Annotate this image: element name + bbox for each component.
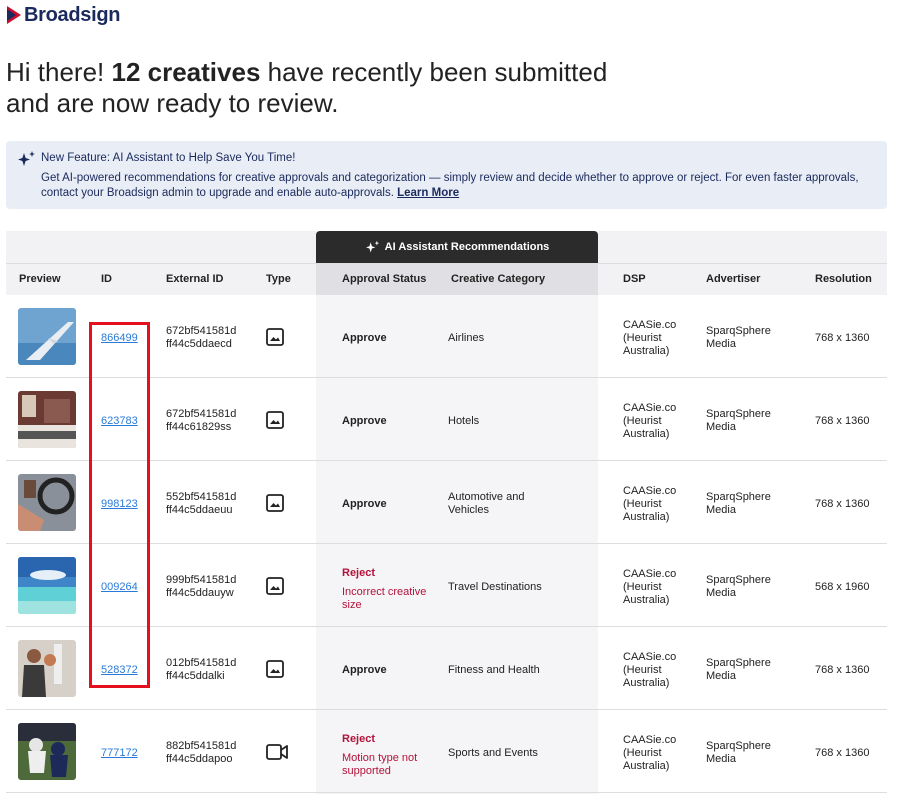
headline-line2: and are now ready to review.: [6, 88, 339, 118]
resolution: 768 x 1360: [815, 332, 870, 344]
creative-thumbnail[interactable]: [18, 474, 76, 531]
learn-more-link[interactable]: Learn More: [397, 187, 459, 199]
broadsign-logo[interactable]: Broadsign: [6, 3, 121, 26]
creative-category: Travel Destinations: [448, 581, 542, 593]
resolution: 768 x 1360: [815, 747, 870, 759]
advertiser: SparqSphere Media: [706, 657, 771, 682]
approval-status: Approve: [342, 498, 387, 510]
creative-thumbnail[interactable]: [18, 557, 76, 614]
column-header-dsp[interactable]: DSP: [623, 273, 646, 285]
dsp: CAASie.co (Heurist Australia): [623, 485, 677, 523]
advertiser: SparqSphere Media: [706, 491, 771, 516]
dsp: CAASie.co (Heurist Australia): [623, 651, 677, 689]
sparkle-icon: [365, 240, 379, 253]
creative-id-link[interactable]: 623783: [101, 415, 138, 427]
dsp: CAASie.co (Heurist Australia): [623, 568, 677, 606]
column-header-creative-category[interactable]: Creative Category: [451, 273, 545, 285]
approval-status: Reject: [342, 567, 376, 579]
column-header-type[interactable]: Type: [266, 273, 291, 285]
ai-feature-banner: New Feature: AI Assistant to Help Save Y…: [6, 141, 887, 209]
ai-recommendations-header: AI Assistant Recommendations: [316, 231, 598, 263]
column-header-id[interactable]: ID: [101, 273, 112, 285]
ai-header-label: AI Assistant Recommendations: [384, 241, 550, 253]
column-header-approval-status[interactable]: Approval Status: [342, 273, 426, 285]
external-id: 552bf541581d ff44c5ddaeuu: [166, 491, 237, 516]
approval-status: Approve: [342, 664, 387, 676]
external-id: 672bf541581d ff44c5ddaecd: [166, 325, 237, 350]
resolution: 768 x 1360: [815, 498, 870, 510]
dsp: CAASie.co (Heurist Australia): [623, 402, 677, 440]
column-header-external-id[interactable]: External ID: [166, 273, 223, 285]
creative-category: Airlines: [448, 332, 485, 344]
external-id: 012bf541581d ff44c5ddalki: [166, 657, 237, 682]
resolution: 568 x 1960: [815, 581, 870, 593]
reject-reason: Incorrect creative size: [342, 586, 427, 611]
resolution: 768 x 1360: [815, 664, 870, 676]
table-row[interactable]: 998123 552bf541581d ff44c5ddaeuu Approve …: [6, 461, 887, 544]
advertiser: SparqSphere Media: [706, 574, 771, 599]
advertiser: SparqSphere Media: [706, 325, 771, 350]
creative-category: Sports and Events: [448, 747, 538, 759]
image-type-icon: [266, 660, 284, 678]
page-headline: Hi there! 12 creatives have recently bee…: [6, 57, 706, 119]
creative-id-link[interactable]: 998123: [101, 498, 138, 510]
advertiser: SparqSphere Media: [706, 740, 771, 765]
approval-status: Approve: [342, 332, 387, 344]
table-row[interactable]: 623783 672bf541581d ff44c61829ss Approve …: [6, 378, 887, 461]
creative-category: Fitness and Health: [448, 664, 540, 676]
headline-prefix: Hi there!: [6, 57, 112, 87]
external-id: 882bf541581d ff44c5ddapoo: [166, 740, 237, 765]
column-header-resolution[interactable]: Resolution: [815, 273, 872, 285]
advertiser: SparqSphere Media: [706, 408, 771, 433]
broadsign-logo-icon: [7, 6, 21, 24]
table-row[interactable]: 777172 882bf541581d ff44c5ddapoo Reject M…: [6, 710, 887, 793]
external-id: 999bf541581d ff44c5ddauyw: [166, 574, 237, 599]
headline-line1-suffix: have recently been submitted: [260, 57, 608, 87]
dsp: CAASie.co (Heurist Australia): [623, 734, 677, 772]
banner-body: Get AI-powered recommendations for creat…: [41, 171, 871, 201]
creative-id-link[interactable]: 866499: [101, 332, 138, 344]
external-id: 672bf541581d ff44c61829ss: [166, 408, 237, 433]
creative-category: Automotive and Vehicles: [448, 491, 525, 516]
table-row[interactable]: 009264 999bf541581d ff44c5ddauyw Reject I…: [6, 544, 887, 627]
headline-count: 12 creatives: [111, 57, 261, 87]
creative-id-link[interactable]: 777172: [101, 747, 138, 759]
creative-thumbnail[interactable]: [18, 391, 76, 448]
creative-category: Hotels: [448, 415, 480, 427]
sparkle-icon: [18, 151, 35, 166]
image-type-icon: [266, 411, 284, 429]
creative-thumbnail[interactable]: [18, 723, 76, 780]
creative-thumbnail[interactable]: [18, 640, 76, 697]
column-header-preview[interactable]: Preview: [19, 273, 61, 285]
approval-status: Reject: [342, 733, 376, 745]
reject-reason: Motion type not supported: [342, 752, 418, 777]
banner-title: New Feature: AI Assistant to Help Save Y…: [41, 152, 296, 164]
image-type-icon: [266, 328, 284, 346]
column-header-advertiser[interactable]: Advertiser: [706, 273, 760, 285]
image-type-icon: [266, 494, 284, 512]
image-type-icon: [266, 577, 284, 595]
resolution: 768 x 1360: [815, 415, 870, 427]
creative-id-link[interactable]: 009264: [101, 581, 138, 593]
brand-name: Broadsign: [24, 3, 121, 26]
video-type-icon: [266, 744, 288, 760]
dsp: CAASie.co (Heurist Australia): [623, 319, 677, 357]
table-row[interactable]: 866499 672bf541581d ff44c5ddaecd Approve …: [6, 295, 887, 378]
table-row[interactable]: 528372 012bf541581d ff44c5ddalki Approve …: [6, 627, 887, 710]
creative-id-link[interactable]: 528372: [101, 664, 138, 676]
creative-thumbnail[interactable]: [18, 308, 76, 365]
approval-status: Approve: [342, 415, 387, 427]
